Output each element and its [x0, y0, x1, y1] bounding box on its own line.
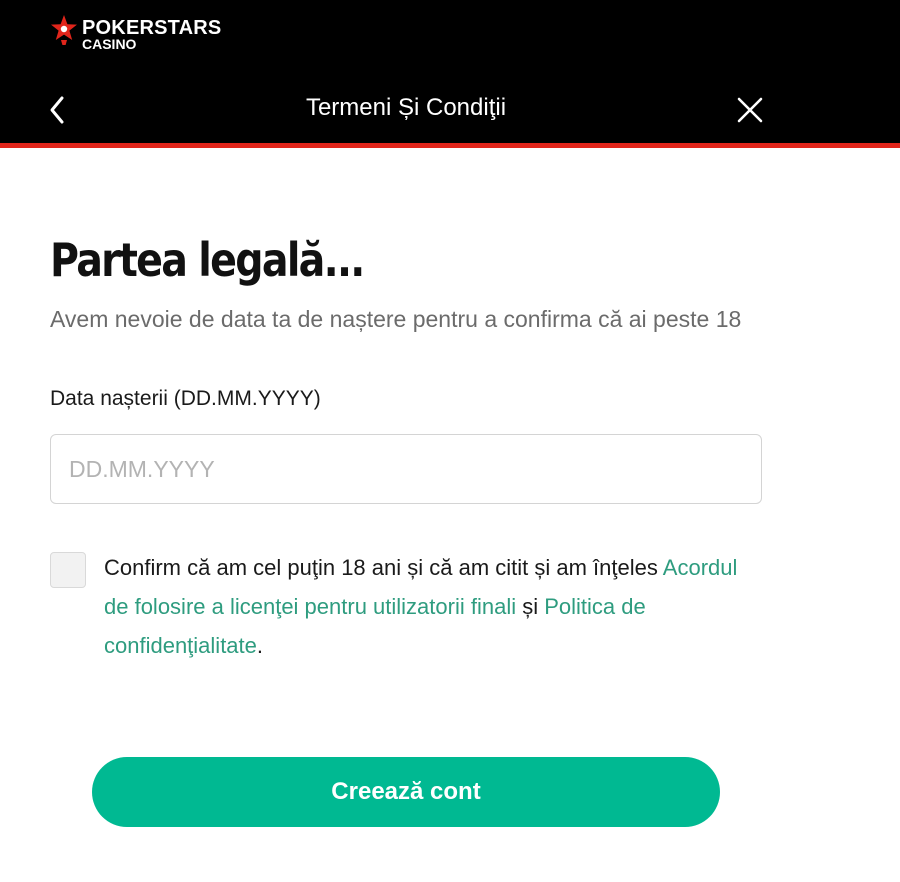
star-spade-icon [51, 15, 77, 45]
page-title: Partea legală... [50, 233, 365, 287]
dob-input[interactable] [50, 434, 762, 504]
close-icon [737, 97, 763, 123]
page-header-title: Termeni Și Condiţii [305, 94, 507, 121]
pokerstars-casino-logo[interactable]: POKERSTARS CASINO [50, 14, 221, 51]
top-header: POKERSTARS CASINO Termeni Și Condiţii [0, 0, 900, 148]
age-consent: Confirm că am cel puţin 18 ani și că am … [50, 548, 762, 665]
consent-period: . [256, 633, 264, 658]
consent-conjunction: și [516, 594, 545, 619]
logo-wordmark: POKERSTARS [82, 17, 222, 39]
legal-form: Partea legală... Avem nevoie de data ta … [50, 225, 762, 665]
dob-label: Data nașterii (DD.MM.YYYY) [50, 387, 321, 410]
consent-checkbox[interactable] [50, 552, 86, 588]
consent-text: Confirm că am cel puţin 18 ani și că am … [104, 555, 663, 580]
create-account-button[interactable]: Creează cont [92, 757, 720, 827]
page-subtitle: Avem nevoie de data ta de naștere pentru… [50, 306, 742, 332]
logo-subtitle: CASINO [82, 36, 137, 52]
close-button[interactable] [732, 92, 768, 128]
